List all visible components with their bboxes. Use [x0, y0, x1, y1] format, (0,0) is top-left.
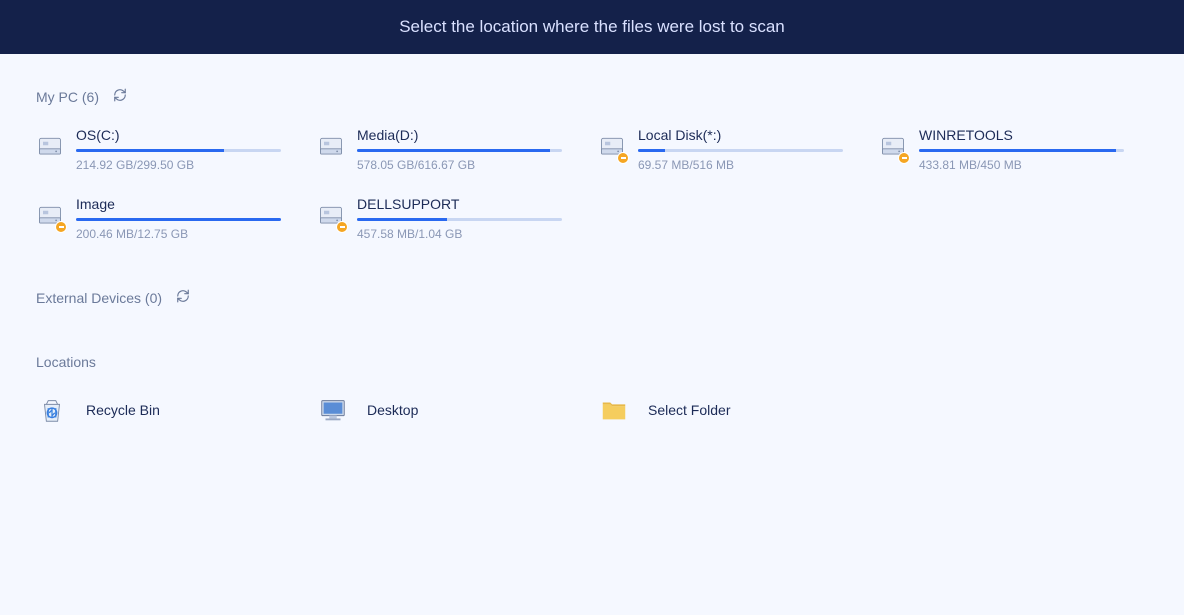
drive-usage-text: 200.46 MB/12.75 GB	[76, 227, 305, 241]
drive-name: OS(C:)	[76, 127, 305, 143]
mypc-label: My PC (6)	[36, 89, 99, 105]
drive-body: Media(D:) 578.05 GB/616.67 GB	[357, 127, 586, 172]
drive-usage-text: 578.05 GB/616.67 GB	[357, 158, 586, 172]
recycle-bin-icon	[36, 394, 68, 426]
drive-icon	[36, 202, 64, 230]
drive-usage-bar	[357, 218, 562, 221]
desktop-icon	[317, 394, 349, 426]
external-label: External Devices (0)	[36, 290, 162, 306]
locations-label: Locations	[36, 354, 1148, 370]
drive-usage-bar	[638, 149, 843, 152]
header-title: Select the location where the files were…	[399, 17, 785, 37]
drive-usage-text: 214.92 GB/299.50 GB	[76, 158, 305, 172]
drive-usage-bar	[357, 149, 562, 152]
drive-name: Local Disk(*:)	[638, 127, 867, 143]
location-label: Desktop	[367, 402, 418, 418]
locations-row: Recycle Bin Desktop Select Folder	[36, 394, 1148, 426]
drive-name: DELLSUPPORT	[357, 196, 586, 212]
drive-usage-bar	[76, 218, 281, 221]
mypc-section-header: My PC (6)	[36, 88, 1148, 105]
location-label: Select Folder	[648, 402, 730, 418]
drive-usage-text: 69.57 MB/516 MB	[638, 158, 867, 172]
drive-body: DELLSUPPORT 457.58 MB/1.04 GB	[357, 196, 586, 241]
drive-icon	[879, 133, 907, 161]
drive-name: Image	[76, 196, 305, 212]
drive-badge-icon	[55, 221, 67, 233]
external-devices-section: External Devices (0)	[36, 289, 1148, 306]
drive-usage-text: 433.81 MB/450 MB	[919, 158, 1148, 172]
drive-name: Media(D:)	[357, 127, 586, 143]
location-item[interactable]: Desktop	[317, 394, 586, 426]
refresh-icon[interactable]	[113, 88, 127, 105]
drive-item[interactable]: Image 200.46 MB/12.75 GB	[36, 196, 305, 241]
drive-body: Local Disk(*:) 69.57 MB/516 MB	[638, 127, 867, 172]
drive-icon	[317, 133, 345, 161]
external-section-header: External Devices (0)	[36, 289, 1148, 306]
drive-grid: OS(C:) 214.92 GB/299.50 GB Media(D:) 578…	[36, 127, 1148, 241]
drive-usage-bar	[919, 149, 1124, 152]
drive-icon	[317, 202, 345, 230]
drive-name: WINRETOOLS	[919, 127, 1148, 143]
drive-usage-bar	[76, 149, 281, 152]
drive-item[interactable]: WINRETOOLS 433.81 MB/450 MB	[879, 127, 1148, 172]
app-header: Select the location where the files were…	[0, 0, 1184, 54]
drive-icon	[36, 133, 64, 161]
drive-item[interactable]: OS(C:) 214.92 GB/299.50 GB	[36, 127, 305, 172]
drive-item[interactable]: DELLSUPPORT 457.58 MB/1.04 GB	[317, 196, 586, 241]
drive-badge-icon	[898, 152, 910, 164]
drive-badge-icon	[617, 152, 629, 164]
location-label: Recycle Bin	[86, 402, 160, 418]
main-content: My PC (6) OS(C:) 214.92 GB/299.50 GB Med…	[0, 54, 1184, 426]
drive-usage-text: 457.58 MB/1.04 GB	[357, 227, 586, 241]
drive-item[interactable]: Media(D:) 578.05 GB/616.67 GB	[317, 127, 586, 172]
location-item[interactable]: Select Folder	[598, 394, 867, 426]
locations-section: Locations Recycle Bin Desktop Select Fol…	[36, 354, 1148, 426]
drive-icon	[598, 133, 626, 161]
drive-body: WINRETOOLS 433.81 MB/450 MB	[919, 127, 1148, 172]
folder-icon	[598, 394, 630, 426]
drive-badge-icon	[336, 221, 348, 233]
drive-item[interactable]: Local Disk(*:) 69.57 MB/516 MB	[598, 127, 867, 172]
drive-body: OS(C:) 214.92 GB/299.50 GB	[76, 127, 305, 172]
refresh-icon[interactable]	[176, 289, 190, 306]
drive-body: Image 200.46 MB/12.75 GB	[76, 196, 305, 241]
location-item[interactable]: Recycle Bin	[36, 394, 305, 426]
